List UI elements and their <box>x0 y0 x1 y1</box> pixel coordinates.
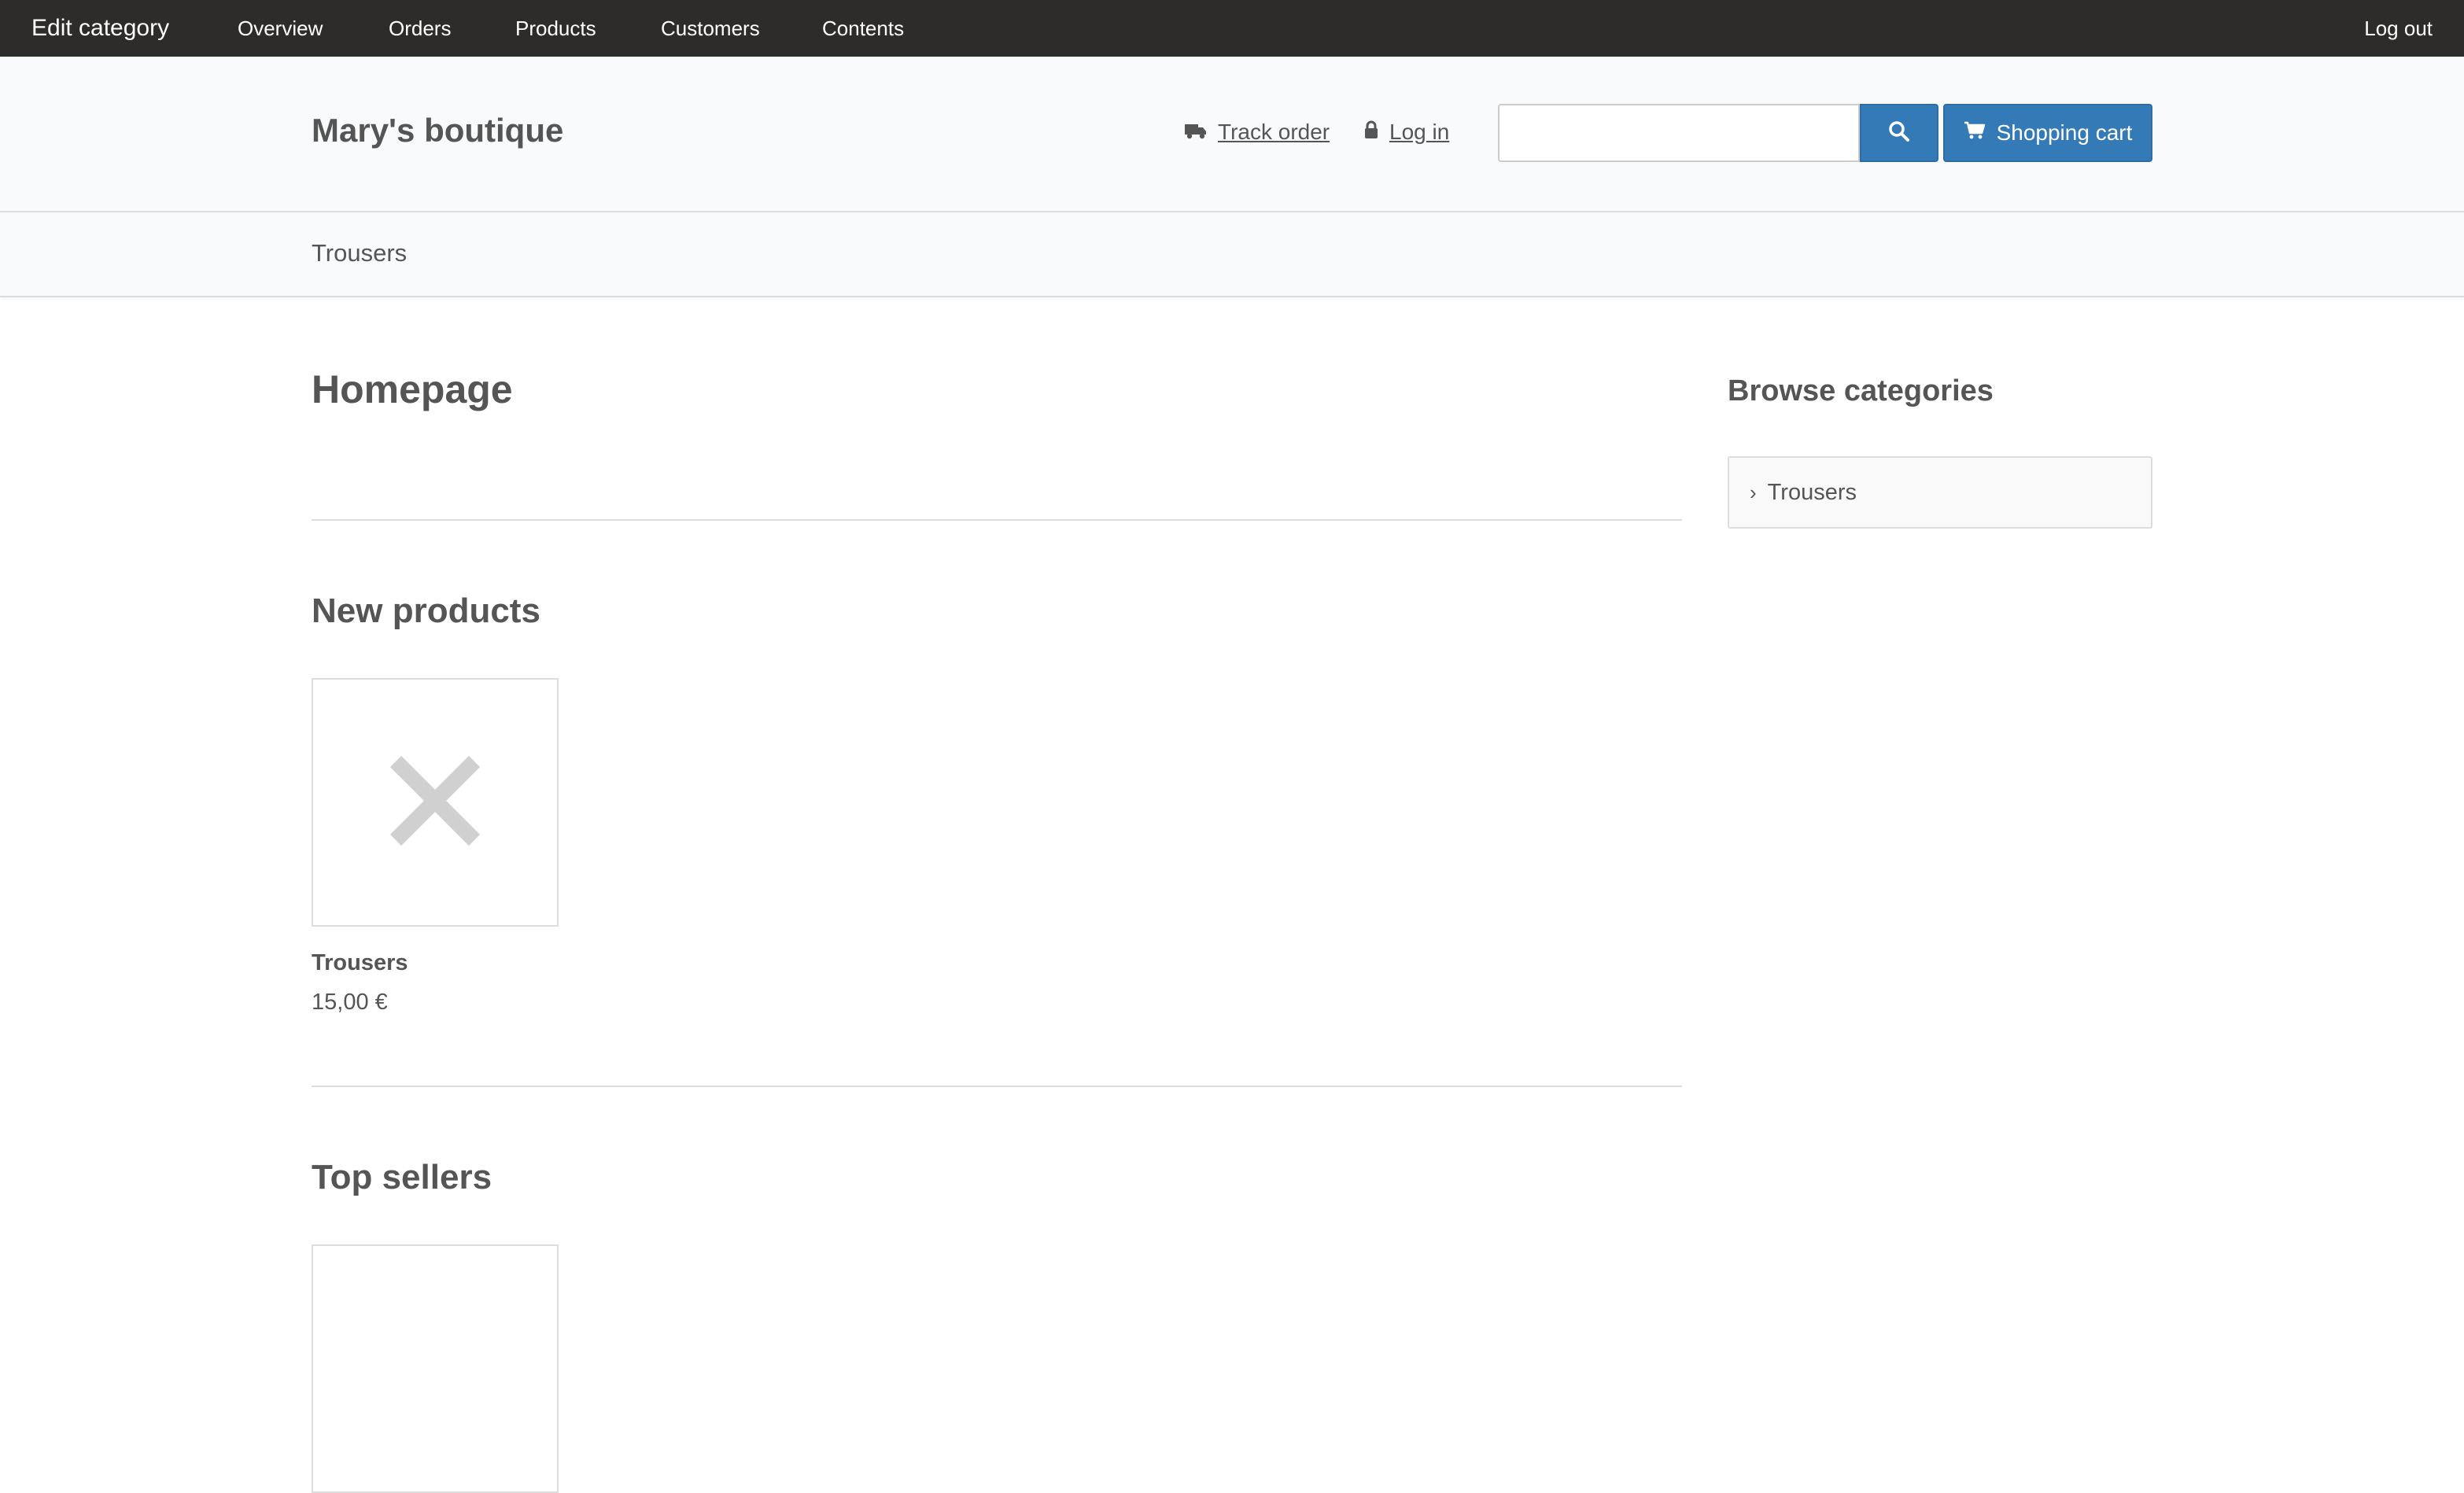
track-order-label: Track order <box>1218 120 1330 144</box>
product-thumbnail[interactable] <box>312 678 559 927</box>
new-products-heading: New products <box>312 592 540 630</box>
login-label: Log in <box>1389 120 1450 144</box>
product-name[interactable]: Trousers <box>312 950 408 976</box>
admin-logout-link[interactable]: Log out <box>2364 0 2433 57</box>
category-nav: Trousers <box>0 212 2464 297</box>
search-button[interactable] <box>1860 104 1938 162</box>
lock-icon <box>1364 120 1378 145</box>
sidebar-category-trousers[interactable]: › Trousers <box>1750 458 1857 527</box>
sidebar-category-label: Trousers <box>1767 480 1857 505</box>
image-placeholder-icon <box>388 754 482 852</box>
category-list: › Trousers <box>1728 456 2152 529</box>
shopping-cart-button[interactable]: Shopping cart <box>1943 104 2152 162</box>
track-order-link[interactable]: Track order <box>1185 120 1330 145</box>
category-nav-trousers[interactable]: Trousers <box>312 239 407 267</box>
admin-title-edit-category[interactable]: Edit category <box>31 0 169 57</box>
page-title: Homepage <box>312 367 513 411</box>
search-input[interactable] <box>1498 104 1860 162</box>
admin-nav-products[interactable]: Products <box>515 0 596 57</box>
shopping-cart-label: Shopping cart <box>1996 120 2133 145</box>
top-seller-thumbnail[interactable] <box>312 1244 559 1493</box>
shop-name[interactable]: Mary's boutique <box>312 112 563 149</box>
admin-toolbar: Edit category Overview Orders Products C… <box>0 0 2464 57</box>
divider <box>312 519 1682 521</box>
search-icon <box>1888 120 1910 146</box>
product-price: 15,00 € <box>312 990 388 1015</box>
cart-icon <box>1964 121 1986 146</box>
login-link[interactable]: Log in <box>1364 120 1449 145</box>
admin-nav-customers[interactable]: Customers <box>661 0 760 57</box>
shop-header: Mary's boutique Track order Log in Shopp… <box>0 57 2464 212</box>
admin-nav-contents[interactable]: Contents <box>822 0 904 57</box>
top-sellers-heading: Top sellers <box>312 1158 492 1196</box>
admin-nav-orders[interactable]: Orders <box>389 0 451 57</box>
browse-categories-title: Browse categories <box>1728 374 1994 407</box>
chevron-right-icon: › <box>1750 481 1757 504</box>
truck-icon <box>1185 122 1207 145</box>
admin-nav-overview[interactable]: Overview <box>238 0 323 57</box>
divider <box>312 1086 1682 1087</box>
